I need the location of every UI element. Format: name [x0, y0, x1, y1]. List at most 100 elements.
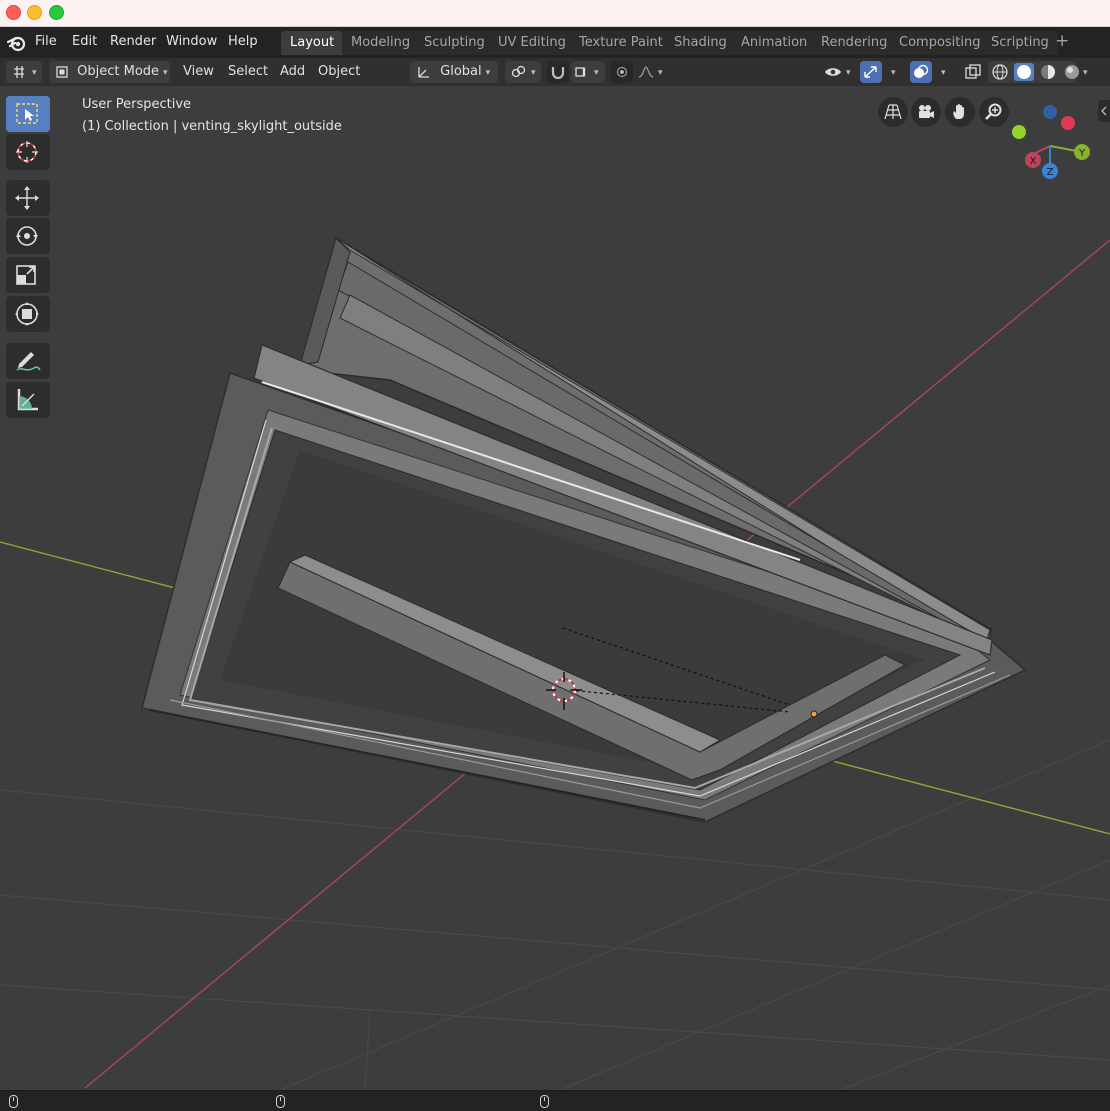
floor-grid: [0, 739, 1110, 1090]
wireframe-shading-icon[interactable]: [990, 63, 1010, 81]
menu-object[interactable]: Object: [312, 61, 366, 83]
hand-icon: [953, 104, 964, 119]
sidebar-toggle[interactable]: [1098, 100, 1110, 122]
menu-view-label: View: [183, 64, 214, 79]
pivot-point-button[interactable]: ▾: [505, 61, 541, 83]
visibility-dropdown[interactable]: ▾: [818, 61, 856, 83]
overlays-toggle[interactable]: [910, 61, 932, 83]
grid-perspective-icon: [884, 104, 902, 120]
blender-logo-icon[interactable]: [7, 33, 27, 53]
menu-edit[interactable]: Edit: [72, 34, 97, 49]
eye-icon: [825, 67, 841, 76]
overlays-icon: [914, 64, 929, 78]
menu-help[interactable]: Help: [228, 34, 258, 49]
menu-object-label: Object: [318, 64, 361, 79]
zoom-view-button[interactable]: [979, 97, 1009, 127]
chevron-down-icon: ▾: [891, 68, 896, 78]
chevron-down-icon: ▾: [1083, 68, 1088, 78]
tool-select-box[interactable]: [6, 96, 50, 132]
material-shading-icon[interactable]: [1038, 63, 1058, 81]
shading-mode-group: [988, 61, 1080, 83]
tool-measure[interactable]: [6, 382, 50, 418]
menu-window[interactable]: Window: [166, 34, 217, 49]
editor-type-icon: [14, 65, 24, 78]
falloff-curve-icon: [638, 65, 654, 78]
orientation-label: Global: [440, 64, 482, 79]
tab-texture-paint[interactable]: Texture Paint: [570, 31, 672, 55]
chevron-down-icon: ▾: [941, 68, 946, 78]
viewport-collection-label: (1) Collection | venting_skylight_outsid…: [82, 119, 342, 134]
xray-toggle[interactable]: [961, 61, 985, 83]
pivot-link-icon: [511, 65, 526, 77]
editor-type-button[interactable]: ▾: [6, 61, 42, 83]
tab-layout[interactable]: Layout: [281, 31, 344, 55]
snap-settings-button[interactable]: ▾: [571, 61, 605, 83]
annotate-icon: [16, 352, 41, 371]
tab-compositing[interactable]: Compositing: [890, 31, 990, 55]
tab-rendering[interactable]: Rendering: [812, 31, 897, 55]
gizmo-z-label: Z: [1047, 167, 1054, 178]
zoom-window-button[interactable]: [49, 5, 64, 20]
tool-rotate[interactable]: [6, 218, 50, 254]
cursor-icon: [16, 141, 38, 163]
snap-toggle[interactable]: [547, 61, 569, 83]
proportional-edit-icon: [616, 66, 628, 77]
solid-shading-icon[interactable]: [1014, 62, 1035, 81]
menu-select[interactable]: Select: [222, 61, 274, 83]
close-window-button[interactable]: [6, 5, 21, 20]
falloff-dropdown[interactable]: ▾: [635, 61, 669, 83]
pan-view-button[interactable]: [945, 97, 975, 127]
mouse-right-icon: [540, 1095, 549, 1108]
tab-sculpting[interactable]: Sculpting: [415, 31, 494, 55]
menu-render[interactable]: Render: [110, 34, 156, 49]
minimize-window-button[interactable]: [27, 5, 42, 20]
tab-animation[interactable]: Animation: [732, 31, 817, 55]
tool-move[interactable]: [6, 180, 50, 216]
tool-transform[interactable]: [6, 296, 50, 332]
gizmo-dropdown[interactable]: ▾: [884, 61, 906, 83]
mouse-left-icon: [9, 1095, 18, 1108]
scale-icon: [16, 265, 36, 285]
tab-uv-editing[interactable]: UV Editing: [489, 31, 575, 55]
chevron-down-icon: ▾: [658, 68, 663, 78]
gizmo-x-label: X: [1030, 156, 1037, 167]
toggle-perspective-button[interactable]: [878, 97, 908, 127]
object-origin-dot[interactable]: [810, 710, 818, 718]
chevron-down-icon: ▾: [594, 68, 599, 78]
mouse-middle-icon: [276, 1095, 285, 1108]
3d-viewport[interactable]: X Y Z: [0, 86, 1110, 1090]
window-titlebar: [0, 0, 1110, 27]
navigation-gizmo[interactable]: X Y Z: [1010, 96, 1100, 181]
chevron-down-icon: ▾: [163, 68, 168, 78]
menu-file[interactable]: File: [35, 34, 57, 49]
tab-modeling[interactable]: Modeling: [342, 31, 420, 55]
chevron-down-icon: ▾: [485, 68, 491, 78]
gizmo-y-label: Y: [1078, 148, 1086, 159]
menu-view[interactable]: View: [177, 61, 220, 83]
transform-orientation-dropdown[interactable]: Global ▾: [410, 61, 498, 83]
skylight-model[interactable]: [141, 236, 1027, 823]
menu-add[interactable]: Add: [274, 61, 311, 83]
tab-scripting[interactable]: Scripting: [982, 31, 1058, 55]
magnet-icon: [551, 66, 565, 79]
chevron-left-icon: [1101, 106, 1107, 116]
chevron-down-icon: ▾: [531, 68, 536, 78]
select-box-icon: [16, 103, 38, 124]
overlays-dropdown[interactable]: ▾: [934, 61, 956, 83]
gizmo-toggle[interactable]: [860, 61, 882, 83]
tool-annotate[interactable]: [6, 343, 50, 379]
object-mode-icon: [56, 65, 68, 78]
add-workspace-button[interactable]: +: [1055, 31, 1069, 51]
menu-add-label: Add: [280, 64, 306, 79]
gizmo-arrows-icon: [864, 65, 877, 78]
snap-target-icon: [575, 66, 586, 77]
tool-scale[interactable]: [6, 257, 50, 293]
camera-view-button[interactable]: [911, 97, 941, 127]
tool-cursor[interactable]: [6, 134, 50, 170]
proportional-edit-toggle[interactable]: [611, 61, 633, 83]
tab-shading[interactable]: Shading: [665, 31, 736, 55]
mode-dropdown[interactable]: Object Mode ▾: [49, 61, 170, 83]
move-icon: [15, 186, 39, 210]
shading-dropdown[interactable]: ▾: [1076, 61, 1098, 83]
measure-icon: [17, 389, 38, 411]
